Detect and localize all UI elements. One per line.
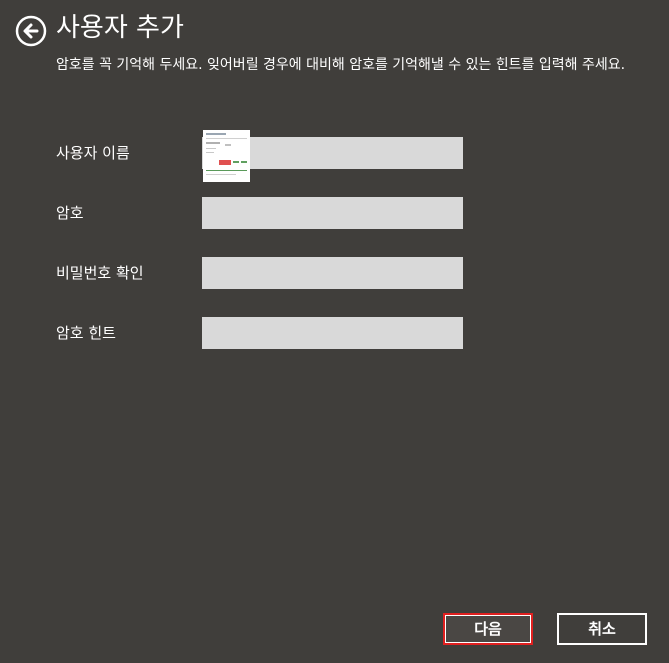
instructions-text: 암호를 꼭 기억해 두세요. 잊어버릴 경우에 대비해 암호를 기억해낼 수 있… (56, 57, 626, 73)
cancel-button[interactable]: 취소 (557, 613, 647, 645)
arrow-left-circle-icon (15, 15, 47, 47)
username-row: 사용자 이름 (56, 137, 476, 169)
confirm-password-label: 비밀번호 확인 (56, 264, 144, 282)
password-label: 암호 (56, 204, 84, 222)
screenshot-thumbnail (203, 130, 250, 182)
password-row: 암호 (56, 197, 476, 229)
confirm-password-input[interactable] (202, 257, 463, 289)
page-title: 사용자 추가 (56, 13, 184, 43)
password-input[interactable] (202, 197, 463, 229)
password-hint-input[interactable] (202, 317, 463, 349)
confirm-password-row: 비밀번호 확인 (56, 257, 476, 289)
password-hint-label: 암호 힌트 (56, 324, 116, 342)
back-button[interactable] (15, 15, 47, 47)
username-label: 사용자 이름 (56, 144, 130, 162)
next-button[interactable]: 다음 (443, 613, 533, 645)
password-hint-row: 암호 힌트 (56, 317, 476, 349)
